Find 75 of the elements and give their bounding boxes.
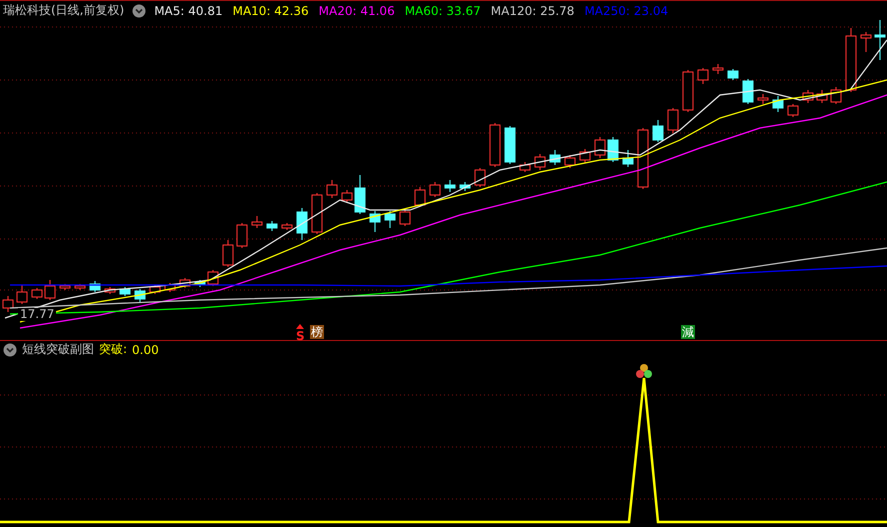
candlestick — [326, 180, 338, 198]
candlestick — [2, 296, 14, 312]
candlestick — [550, 150, 560, 166]
candlestick — [580, 148, 590, 164]
candlestick — [354, 174, 366, 214]
candlestick — [520, 162, 530, 172]
signal-balls-icon — [636, 364, 652, 378]
candlestick — [874, 20, 886, 60]
candlestick — [668, 108, 678, 134]
candlestick — [134, 288, 146, 302]
moving-average-label: MA120: 25.78 — [490, 4, 574, 18]
stock-title: 瑞松科技(日线,前复权) — [3, 2, 124, 19]
candlestick — [150, 284, 160, 294]
candlestick — [460, 182, 470, 192]
candlestick — [444, 180, 456, 192]
candlestick — [44, 280, 56, 300]
candlestick — [742, 78, 754, 104]
chevron-down-icon[interactable] — [3, 342, 17, 356]
candlestick — [194, 280, 206, 288]
candlestick — [236, 222, 248, 248]
candlestick — [622, 150, 634, 168]
candlestick — [698, 68, 708, 84]
moving-average-label: MA250: 23.04 — [584, 4, 668, 18]
candlestick — [802, 90, 814, 104]
moving-average-label: MA20: 41.06 — [318, 4, 395, 18]
candlestick — [490, 122, 500, 168]
candlestick — [758, 94, 768, 104]
up-arrow-icon — [296, 324, 304, 329]
indicator-reading-label: 突破: — [99, 341, 128, 358]
candlestick — [534, 154, 546, 170]
candlestick — [384, 210, 396, 228]
candlestick — [90, 280, 100, 292]
candlestick — [164, 282, 176, 292]
candlestick — [120, 286, 130, 296]
candlestick — [74, 284, 86, 290]
candlestick — [252, 216, 262, 228]
candlestick — [652, 120, 664, 142]
candlestick — [32, 288, 42, 300]
candlestick — [772, 96, 784, 112]
candlestick — [816, 90, 828, 104]
candlestick — [860, 32, 872, 52]
candlestick — [728, 68, 738, 80]
candlestick — [282, 222, 292, 230]
candlestick — [430, 182, 440, 198]
candlestick — [712, 64, 724, 74]
candlestick — [682, 70, 694, 112]
candlestick — [312, 192, 322, 234]
moving-average-label: MA10: 42.36 — [232, 4, 309, 18]
candlestick — [564, 154, 576, 168]
low-price-label: 17.77 — [18, 308, 56, 321]
moving-average-label: MA5: 40.81 — [154, 4, 223, 18]
candlestick — [180, 278, 190, 288]
candlestick — [296, 208, 308, 240]
candlestick — [594, 136, 606, 158]
candlestick — [60, 284, 70, 290]
candlestick — [222, 240, 234, 268]
candlestick — [474, 168, 486, 188]
indicator-reading-value: 0.00 — [132, 342, 159, 356]
candlestick — [788, 104, 798, 118]
sell-signal: S — [296, 329, 305, 343]
signal-tag: 榜 — [310, 325, 324, 339]
indicator-title: 短线突破副图 — [22, 341, 94, 358]
signal-tag: 減 — [681, 325, 695, 339]
moving-average-label: MA60: 33.67 — [404, 4, 481, 18]
candlestick — [504, 126, 516, 164]
candlestick — [830, 86, 842, 104]
candlestick — [400, 208, 410, 226]
candlestick — [846, 28, 856, 92]
candlestick — [638, 128, 648, 190]
candlestick — [104, 286, 116, 294]
candlestick — [370, 210, 380, 232]
candlestick — [414, 186, 426, 208]
chevron-down-icon[interactable] — [132, 4, 146, 18]
candlestick — [16, 284, 28, 304]
candlestick — [342, 190, 352, 204]
